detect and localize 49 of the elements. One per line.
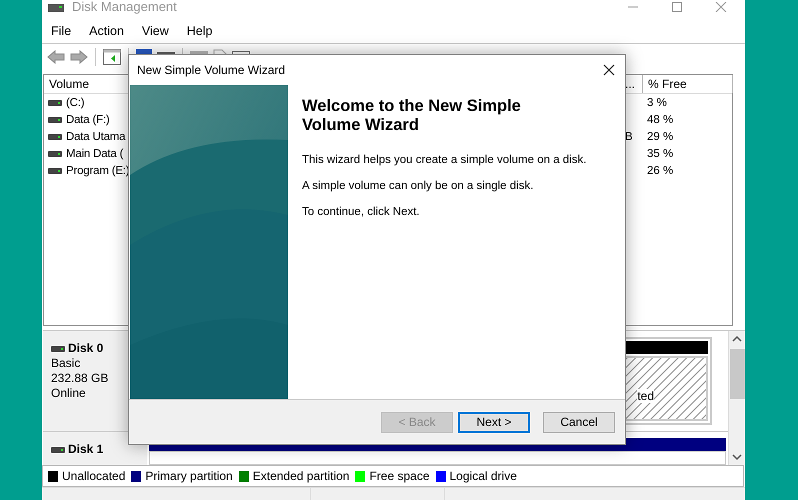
close-icon[interactable] <box>603 64 615 76</box>
forward-arrow-icon[interactable] <box>70 50 88 64</box>
table-cell: 48 % <box>647 114 674 126</box>
table-cell: 29 % <box>647 130 674 142</box>
drive-icon <box>48 168 62 174</box>
disk-size: 232.88 GB <box>51 371 110 386</box>
dialog-title: New Simple Volume Wizard <box>137 63 286 77</box>
menu-item[interactable]: Action <box>89 24 124 38</box>
column-header[interactable]: % Free <box>643 75 733 93</box>
drive-icon <box>48 150 62 156</box>
wizard-heading: Welcome to the New Simple Volume Wizard <box>302 97 522 135</box>
scroll-down-icon[interactable] <box>732 453 742 461</box>
legend-label: Extended partition <box>252 469 350 483</box>
legend-label: Free space <box>369 469 430 483</box>
table-cell: B <box>625 130 633 142</box>
menu-item[interactable]: View <box>142 24 169 38</box>
table-cell: 3 % <box>647 96 667 108</box>
table-cell: 35 % <box>647 148 674 160</box>
legend-label: Logical drive <box>450 469 517 483</box>
drive-icon <box>48 134 62 140</box>
volume-name: Data Utama <box>66 130 126 142</box>
drive-icon <box>48 116 62 122</box>
legend-label: Unallocated <box>62 469 126 483</box>
table-cell: 26 % <box>647 164 674 176</box>
volume-name: Data (F:) <box>66 114 110 126</box>
drive-icon <box>51 346 65 352</box>
disk-name: Disk 0 <box>68 341 104 356</box>
back-arrow-icon[interactable] <box>47 50 65 64</box>
drive-icon <box>48 100 62 106</box>
wizard-button[interactable]: Next > <box>458 412 530 432</box>
window-title: Disk Management <box>72 1 177 13</box>
partition-label: ted <box>637 389 654 403</box>
wizard-text: A simple volume can only be on a single disk. <box>302 179 534 193</box>
wizard-button[interactable]: Cancel <box>543 412 615 432</box>
volume-name: Main Data ( <box>66 148 124 160</box>
disk-name: Disk 1 <box>68 442 104 457</box>
maximize-icon[interactable] <box>671 2 683 12</box>
scroll-up-icon[interactable] <box>732 335 742 343</box>
volume-name: (C:) <box>66 96 84 108</box>
panel-icon[interactable] <box>103 49 121 65</box>
legend-label: Primary partition <box>145 469 233 483</box>
disk-type: Basic <box>51 356 82 371</box>
wizard-text: This wizard helps you create a simple volume on a disk. <box>302 153 586 167</box>
menu-item[interactable]: Help <box>186 24 212 38</box>
disk-status: Online <box>51 386 87 401</box>
scrollbar[interactable] <box>728 331 745 465</box>
menu-item[interactable]: File <box>51 24 72 38</box>
drive-icon <box>51 446 65 452</box>
wizard-text: To continue, click Next. <box>302 205 421 219</box>
